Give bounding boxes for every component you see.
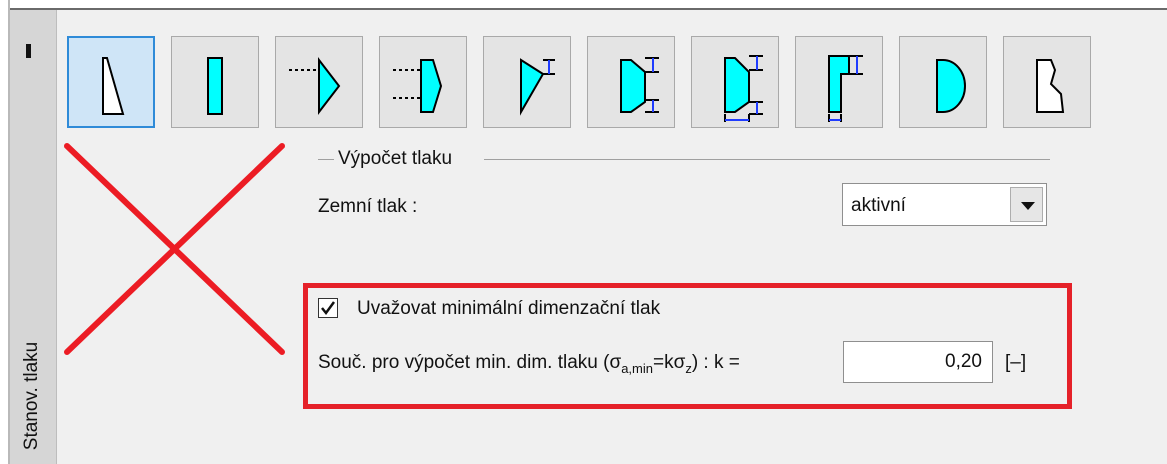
coefficient-label-mid: =kσ [652, 352, 686, 373]
coefficient-label-suffix: ) : k = [691, 352, 740, 373]
min-pressure-checkbox[interactable] [318, 298, 338, 318]
group-divider-left [318, 159, 334, 160]
earth-pressure-label: Zemní tlak : [318, 196, 418, 217]
sloping-wall-icon [102, 57, 125, 115]
custom-profile-icon [1036, 59, 1065, 113]
group-title: Výpočet tlaku [338, 148, 453, 169]
shape-button-semicircle[interactable] [899, 36, 987, 128]
trapezoid-multiple-anchors-icon [724, 55, 763, 122]
k-value-input[interactable]: 0,20 [843, 341, 993, 383]
trapezoid-with-dashes-icon [393, 59, 443, 113]
k-unit: [–] [1005, 352, 1027, 373]
stepped-wall-with-anchor-icon [828, 55, 863, 122]
window-frame-left [0, 0, 8, 464]
shape-button-stepped-wall-with-anchor[interactable] [795, 36, 883, 128]
window-frame-top [0, 0, 1167, 8]
shape-button-trapezoid-with-dashes[interactable] [379, 36, 467, 128]
side-tab-label[interactable]: Stanov. tlaku [21, 342, 43, 450]
coefficient-label-prefix: Souč. pro výpočet min. dim. tlaku (σ [318, 352, 622, 373]
collapse-handle-icon[interactable] [26, 44, 31, 58]
chevron-down-icon[interactable] [1010, 187, 1043, 222]
coefficient-sub-a-min: a,min [621, 361, 653, 376]
rectangle-wall-icon [207, 57, 223, 115]
shape-button-rectangle-wall[interactable] [171, 36, 259, 128]
triangle-with-anchors-icon [520, 58, 555, 116]
shape-button-triangle-with-anchors[interactable] [483, 36, 571, 128]
shape-button-trapezoid-with-multiple-anchors[interactable] [691, 36, 779, 128]
group-divider-right [484, 159, 1050, 160]
shape-button-sloping-wall[interactable] [67, 36, 155, 128]
earth-pressure-select[interactable]: aktivní [842, 183, 1047, 226]
min-pressure-checkbox-label[interactable]: Uvažovat minimální dimenzační tlak [357, 298, 660, 320]
trapezoid-with-anchors-icon [620, 57, 659, 113]
earth-pressure-value: aktivní [851, 195, 906, 216]
semicircle-icon [936, 59, 966, 113]
triangle-with-dashes-icon [289, 57, 341, 115]
shape-button-trapezoid-with-anchors[interactable] [587, 36, 675, 128]
checkmark-icon [321, 301, 336, 316]
shape-button-custom-profile[interactable] [1003, 36, 1091, 128]
shape-button-triangle-with-dashes[interactable] [275, 36, 363, 128]
red-cross-icon [64, 143, 285, 355]
coefficient-label: Souč. pro výpočet min. dim. tlaku (σa,mi… [318, 352, 740, 376]
